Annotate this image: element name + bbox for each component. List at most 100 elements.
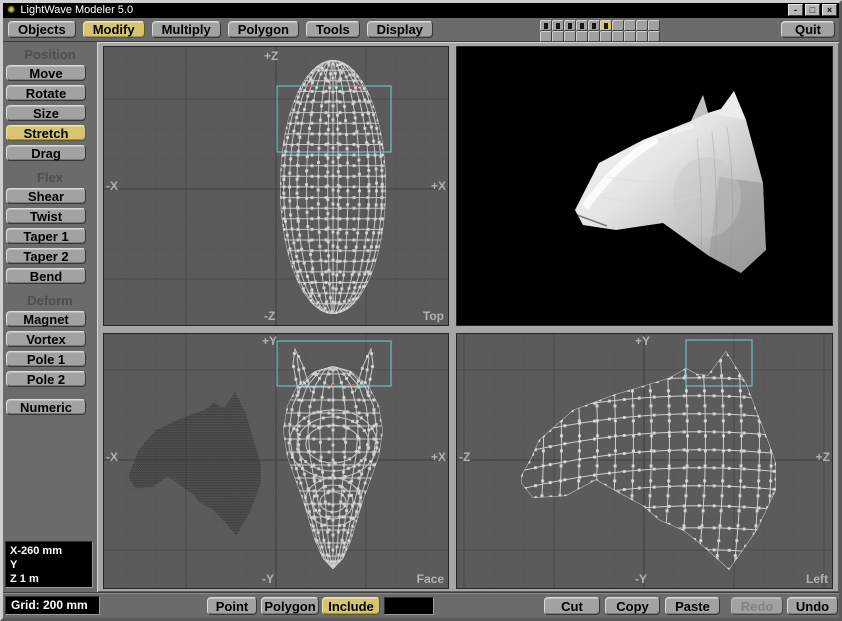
selection-info-display [384,597,434,615]
axis-label: -Z [459,450,471,464]
size-button[interactable]: Size [6,105,86,121]
mini-tool-button[interactable] [564,31,576,42]
taper1-button[interactable]: Taper 1 [6,228,86,244]
tab-modify[interactable]: Modify [82,21,145,38]
mini-tool-button[interactable] [552,20,564,31]
section-label-deform: Deform [27,293,73,308]
grid-size-display: Grid: 200 mm [5,596,100,615]
rotate-button[interactable]: Rotate [6,85,86,101]
tool-state-mark [580,22,584,29]
vortex-button[interactable]: Vortex [6,331,86,347]
title-bar: ✺ LightWave Modeler 5.0 - □ × [3,3,839,18]
mini-tool-button[interactable] [588,20,600,31]
point-mode-button[interactable]: Point [207,597,257,615]
quit-button[interactable]: Quit [781,21,835,38]
tool-sidebar: Position Move Rotate Size Stretch Drag F… [3,42,97,592]
app-icon: ✺ [7,4,16,16]
include-mode-button[interactable]: Include [322,597,380,615]
mini-tool-button[interactable] [636,20,648,31]
mini-tool-button[interactable] [588,31,600,42]
tab-objects[interactable]: Objects [8,21,76,38]
mini-toolbar [540,20,660,42]
menu-tabs: Objects Modify Multiply Polygon Tools Di… [8,21,433,38]
mini-tool-button[interactable] [648,20,660,31]
pole1-button[interactable]: Pole 1 [6,351,86,367]
tab-tools[interactable]: Tools [305,21,360,38]
tab-display[interactable]: Display [366,21,433,38]
face-view-wireframe [104,334,448,588]
tool-state-mark [604,22,608,29]
taper2-button[interactable]: Taper 2 [6,248,86,264]
minimize-icon[interactable]: - [788,4,803,16]
menu-bar: Objects Modify Multiply Polygon Tools Di… [3,18,839,42]
bend-button[interactable]: Bend [6,268,86,284]
tool-state-mark [592,22,596,29]
polygon-mode-button[interactable]: Polygon [261,597,319,615]
mini-tool-button[interactable] [624,20,636,31]
paste-button[interactable]: Paste [665,597,720,615]
numeric-button[interactable]: Numeric [6,399,86,415]
axis-label: +Z [815,450,830,464]
viewport-top[interactable]: +Z -X +X -Z Top [103,46,449,326]
cut-button[interactable]: Cut [544,597,600,615]
mini-tool-button[interactable] [564,20,576,31]
shear-button[interactable]: Shear [6,188,86,204]
shaded-preview-horse-head [457,47,832,325]
axis-label: -Y [635,572,647,586]
coordinate-readout: X-260 mm Y Z 1 m [5,541,93,588]
maximize-icon[interactable]: □ [805,4,820,16]
mini-tool-button[interactable] [600,31,612,42]
mini-tool-button[interactable] [576,31,588,42]
axis-label: +Z [264,49,279,63]
undo-button[interactable]: Undo [787,597,838,615]
twist-button[interactable]: Twist [6,208,86,224]
coord-z: Z 1 m [10,573,39,585]
drag-button[interactable]: Drag [6,145,86,161]
axis-label: +Y [635,334,651,348]
mini-tool-button[interactable] [648,31,660,42]
redo-button[interactable]: Redo [731,597,783,615]
axis-label: -Y [262,572,274,586]
mini-tool-button[interactable] [540,20,552,31]
viewport-name: Left [806,572,828,586]
axis-label: +Y [262,334,278,348]
axis-label: -X [106,450,118,464]
coord-x: X-260 mm [10,545,62,557]
app-window: ✺ LightWave Modeler 5.0 - □ × Objects Mo… [0,0,842,621]
viewport-preview[interactable] [456,46,833,326]
mini-tool-button[interactable] [600,20,612,31]
axis-label: -Z [264,309,276,323]
tool-state-mark [556,22,560,29]
magnet-button[interactable]: Magnet [6,311,86,327]
move-button[interactable]: Move [6,65,86,81]
viewport-name: Face [416,572,444,586]
mini-tool-button[interactable] [612,20,624,31]
mini-tool-button[interactable] [540,31,552,42]
viewport-name: Top [422,309,444,323]
stretch-button[interactable]: Stretch [6,125,86,141]
axis-label: +X [430,179,446,193]
mini-tool-button[interactable] [576,20,588,31]
mini-tool-button[interactable] [624,31,636,42]
mini-tool-button[interactable] [612,31,624,42]
close-icon[interactable]: × [822,4,837,16]
pole2-button[interactable]: Pole 2 [6,371,86,387]
viewport-left[interactable]: +Y -Z +Z -Y Left [456,333,833,589]
coord-y: Y [10,559,18,571]
axis-label: +X [430,450,446,464]
status-bar: Grid: 200 mm Point Polygon Include Cut C… [3,592,839,618]
tool-state-mark [568,22,572,29]
window-title: LightWave Modeler 5.0 [20,4,134,16]
tool-state-mark [544,22,548,29]
copy-button[interactable]: Copy [605,597,660,615]
section-label-position: Position [24,47,76,62]
mini-tool-button[interactable] [636,31,648,42]
tab-multiply[interactable]: Multiply [151,21,221,38]
mini-tool-button[interactable] [552,31,564,42]
axis-label: -X [106,179,118,193]
viewport-face[interactable]: +Y -X +X -Y Face [103,333,449,589]
left-view-wireframe [457,334,832,588]
section-label-flex: Flex [36,170,63,185]
tab-polygon[interactable]: Polygon [227,21,299,38]
top-view-wireframe [104,47,448,325]
